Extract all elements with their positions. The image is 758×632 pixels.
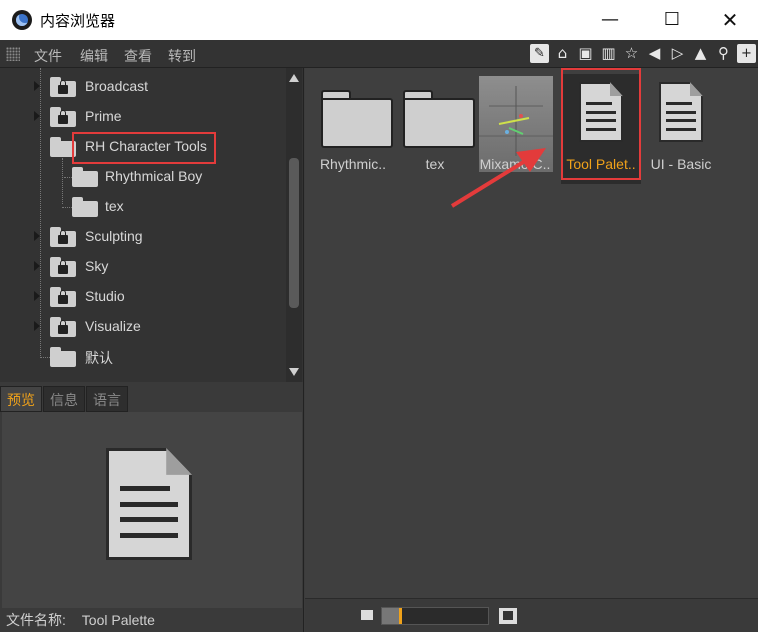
item-caption: UI - Basic [650,156,712,172]
folder-icon [321,90,393,148]
tree-item-label: Rhythmical Boy [105,168,203,184]
preview-panel: 预览 信息 语言 文件名称: Tool Palette [0,382,304,632]
expand-arrow-icon[interactable] [34,81,40,91]
folder-icon [50,77,76,97]
folder-icon [50,347,76,367]
item-caption: Mixamo C.. [479,156,551,172]
large-thumbnail-icon[interactable] [499,608,517,624]
filename-label: 文件名称: [6,612,66,628]
content-item-ui-basic[interactable]: UI - Basic [641,74,721,184]
folder-icon [50,287,76,307]
book-icon[interactable]: ▥ [599,44,618,63]
folder-icon [72,167,98,187]
zoom-slider-fill [382,608,399,624]
document-icon [106,448,192,560]
tree-item-label: 默认 [85,350,113,366]
tree-item-visualize[interactable]: Visualize [0,312,286,342]
menu-file[interactable]: 文件 [34,46,62,66]
menu-edit[interactable]: 编辑 [80,46,108,66]
folder-icon [50,317,76,337]
lock-icon [58,230,68,244]
content-item-mixamo[interactable]: Mixamo C.. [475,74,555,184]
search-icon[interactable]: ⚲ [714,44,733,63]
tree-item-label: Sky [85,258,109,274]
minimize-button[interactable]: — [582,0,638,40]
expand-arrow-icon[interactable] [34,261,40,271]
tree-item-default[interactable]: 默认 [0,342,286,372]
content-grid: Rhythmic.. tex Mixamo C.. Tool Palet.. U… [305,68,758,598]
tab-info[interactable]: 信息 [43,386,85,412]
lock-icon [58,260,68,274]
close-button[interactable]: ✕ [702,0,758,40]
menu-goto[interactable]: 转到 [168,46,196,66]
tree-item-tex[interactable]: tex [0,192,286,222]
folder-icon [50,107,76,127]
tree-item-label: Sculpting [85,228,143,244]
expand-arrow-icon[interactable] [34,291,40,301]
tab-preview[interactable]: 预览 [0,386,42,412]
folder-icon [50,227,76,247]
tree-item-label: Visualize [85,318,141,334]
window-title: 内容浏览器 [40,13,116,30]
tree-item-label: Studio [85,288,125,304]
plus-icon[interactable]: + [737,44,756,63]
tree-item-broadcast[interactable]: Broadcast [0,72,286,102]
title-bar: 内容浏览器 — ☐ ✕ [0,0,758,40]
up-icon[interactable]: ▲ [691,44,710,63]
scroll-thumb[interactable] [289,158,299,308]
lock-icon [58,320,68,334]
tree-item-label: Prime [85,108,122,124]
small-thumbnail-icon[interactable] [361,610,373,620]
home-icon[interactable]: ⌂ [553,44,572,63]
menu-view[interactable]: 查看 [124,46,152,66]
tree-connector [40,357,50,358]
pencil-icon[interactable]: ✎ [530,44,549,63]
tree-item-sculpting[interactable]: Sculpting [0,222,286,252]
back-icon[interactable]: ◀ [645,44,664,63]
toolbar: ✎ ⌂ ▣ ▥ ☆ ◀ ▷ ▲ ⚲ + [530,44,756,64]
menu-bar: 文件 编辑 查看 转到 ✎ ⌂ ▣ ▥ ☆ ◀ ▷ ▲ ⚲ + [0,40,758,68]
preview-tabs: 预览 信息 语言 [0,386,129,412]
tree-item-studio[interactable]: Studio [0,282,286,312]
folder-tree: Broadcast Prime RH Character Tools Rhyth… [0,68,304,382]
bucket-icon[interactable]: ▣ [576,44,595,63]
lock-icon [58,110,68,124]
document-icon [659,82,703,142]
folder-icon [50,257,76,277]
lock-icon [58,80,68,94]
folder-icon [72,197,98,217]
preview-area [2,412,302,608]
filename-value: Tool Palette [81,612,155,628]
tab-language[interactable]: 语言 [86,386,128,412]
content-item-tex[interactable]: tex [395,74,475,184]
scroll-up-arrow-icon[interactable] [289,74,299,82]
expand-arrow-icon[interactable] [34,111,40,121]
filename-row: 文件名称: Tool Palette [6,610,155,630]
tree-item-sky[interactable]: Sky [0,252,286,282]
forward-icon[interactable]: ▷ [668,44,687,63]
tree-scrollbar[interactable] [286,68,302,382]
maximize-button[interactable]: ☐ [644,0,700,40]
tree-item-prime[interactable]: Prime [0,102,286,132]
item-caption: tex [425,156,445,172]
highlight-box [561,68,641,180]
cinema4d-app-icon [12,10,32,30]
tree-item-label: Broadcast [85,78,149,94]
item-caption: Rhythmic.. [319,156,387,172]
expand-arrow-icon[interactable] [34,321,40,331]
scroll-down-arrow-icon[interactable] [289,368,299,376]
content-item-rhythmical[interactable]: Rhythmic.. [313,74,393,184]
folder-icon [403,90,475,148]
highlight-box [72,132,216,164]
lock-icon [58,290,68,304]
grip-handle-icon[interactable] [6,47,20,61]
tree-connector [62,207,72,208]
expand-arrow-icon[interactable] [34,231,40,241]
zoom-slider[interactable] [381,607,489,625]
zoom-slider-knob[interactable] [398,608,402,624]
zoom-bar [305,598,758,632]
star-icon[interactable]: ☆ [622,44,641,63]
tree-item-rhythmical-boy[interactable]: Rhythmical Boy [0,162,286,192]
tree-item-label: tex [105,198,124,214]
